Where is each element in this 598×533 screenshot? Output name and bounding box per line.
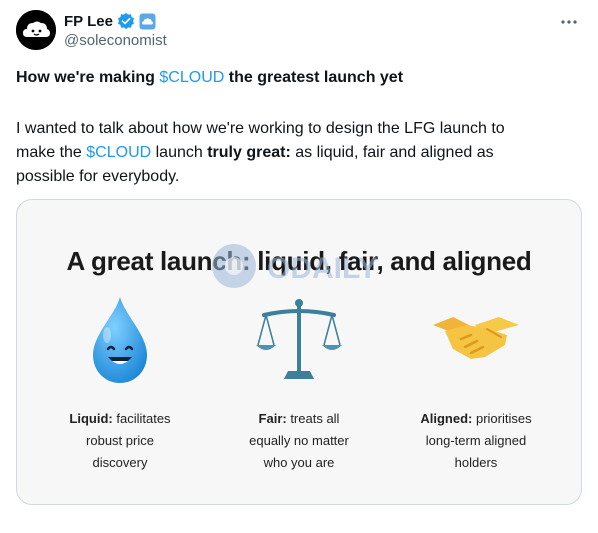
- body-line-3: possible for everybody.: [16, 168, 180, 185]
- caption-fair: Fair: treats all equally no matter who y…: [224, 408, 374, 474]
- title-cashtag-link[interactable]: $CLOUD: [159, 69, 224, 86]
- body-bold-phrase: truly great:: [207, 144, 291, 161]
- column-fair: Fair: treats all equally no matter who y…: [224, 295, 374, 474]
- caption-liquid-bold: Liquid:: [69, 411, 113, 426]
- title-prefix: How we're making: [16, 69, 160, 86]
- post-body: I wanted to talk about how we're working…: [16, 117, 576, 189]
- column-liquid: Liquid: facilitates robust price discove…: [45, 295, 195, 474]
- body-line-2: make the $CLOUD launch truly great: as l…: [16, 141, 576, 165]
- watermark-text: ODAILY: [267, 252, 378, 285]
- caption-fair-rest: treats all: [286, 411, 340, 426]
- post-title: How we're making $CLOUD the greatest lau…: [16, 69, 403, 87]
- column-aligned: Aligned: prioritises long-term aligned h…: [401, 295, 551, 474]
- verified-badge-icon: [117, 12, 134, 30]
- more-horizontal-icon: [561, 20, 577, 24]
- smiling-droplet-icon: [93, 297, 147, 383]
- author-avatar[interactable]: [16, 10, 56, 50]
- caption-fair-line2: equally no matter: [249, 433, 349, 448]
- caption-aligned-line3: holders: [454, 455, 498, 470]
- body-line-1: I wanted to talk about how we're working…: [16, 120, 505, 137]
- caption-liquid-line2: robust price: [86, 433, 154, 448]
- caption-aligned-bold: Aligned:: [420, 411, 473, 426]
- body-rest: as liquid, fair and aligned as: [290, 144, 494, 161]
- odaily-watermark-icon: ODAILY: [212, 244, 378, 288]
- caption-aligned: Aligned: prioritises long-term aligned h…: [401, 408, 551, 474]
- balance-scale-icon: [256, 299, 342, 379]
- author-name-row: FP Lee: [64, 12, 156, 30]
- body-cashtag-link[interactable]: $CLOUD: [86, 144, 151, 161]
- caption-aligned-rest: prioritises: [472, 411, 532, 426]
- body-launch: launch: [151, 144, 208, 161]
- handshake-icon: [433, 317, 519, 359]
- cloud-affiliate-icon[interactable]: [139, 13, 156, 30]
- caption-liquid-line3: discovery: [92, 455, 148, 470]
- caption-fair-bold: Fair:: [258, 411, 287, 426]
- cloud-face-icon: [16, 10, 56, 50]
- post-media-image[interactable]: A great launch: liquid, fair, and aligne…: [16, 199, 582, 505]
- author-display-name[interactable]: FP Lee: [64, 13, 113, 30]
- body-make: make the: [16, 144, 87, 161]
- post-header: FP Lee @soleconomist: [16, 10, 582, 54]
- more-options-button[interactable]: [558, 14, 580, 30]
- title-suffix: the greatest launch yet: [224, 69, 404, 86]
- caption-fair-line3: who you are: [263, 455, 335, 470]
- caption-aligned-line2: long-term aligned: [425, 433, 527, 448]
- caption-liquid: Liquid: facilitates robust price discove…: [45, 408, 195, 474]
- caption-liquid-rest: facilitates: [112, 411, 171, 426]
- author-handle[interactable]: @soleconomist: [64, 32, 167, 49]
